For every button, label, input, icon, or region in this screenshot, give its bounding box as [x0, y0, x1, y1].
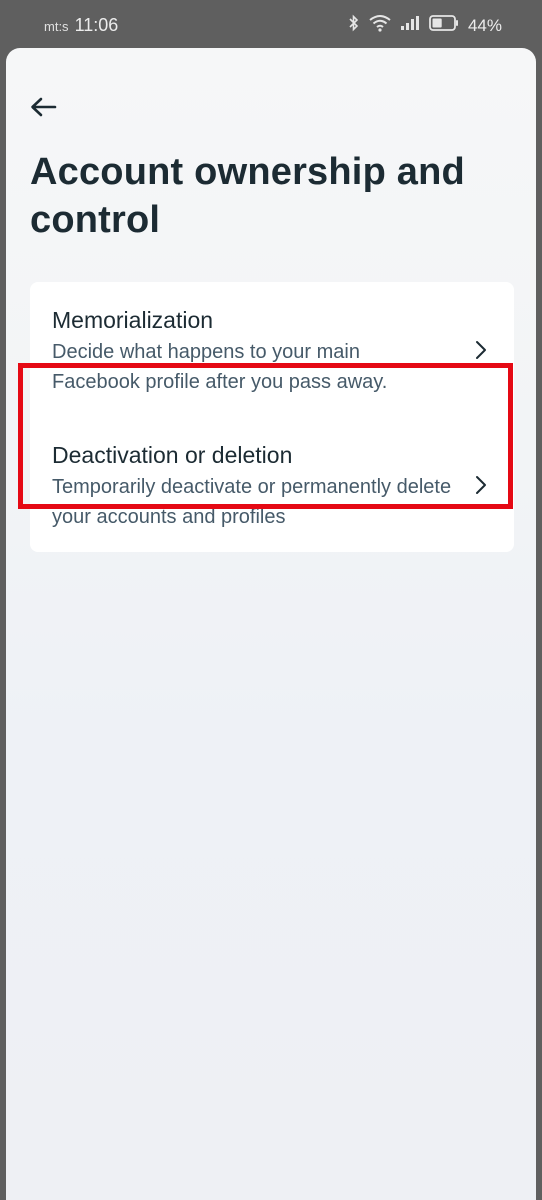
option-subtitle: Temporarily deactivate or permanently de… — [52, 476, 452, 528]
settings-sheet: Account ownership and control Memorializ… — [6, 48, 536, 1200]
option-subtitle: Decide what happens to your main Faceboo… — [52, 341, 388, 393]
status-bar-right: 44% — [348, 14, 502, 37]
option-title: Memorialization — [52, 307, 214, 333]
battery-percent: 44% — [467, 15, 502, 35]
option-title: Deactivation or deletion — [52, 442, 293, 468]
options-card: Memorialization Decide what happens to y… — [30, 282, 514, 552]
chevron-right-icon — [474, 340, 488, 360]
page-title: Account ownership and control — [30, 151, 465, 241]
chevron-right-icon — [474, 475, 488, 495]
deactivation-deletion-option[interactable]: Deactivation or deletion Temporarily dea… — [30, 417, 514, 552]
bluetooth-icon — [348, 14, 360, 37]
back-button[interactable] — [26, 94, 60, 124]
clock: 11:06 — [74, 15, 119, 35]
carrier-label: mt:s — [44, 19, 69, 34]
arrow-left-icon — [29, 96, 57, 123]
signal-icon — [400, 15, 420, 36]
status-bar-left: mt:s 11:06 — [44, 15, 118, 36]
memorialization-option[interactable]: Memorialization Decide what happens to y… — [30, 282, 514, 417]
wifi-icon — [369, 14, 391, 37]
battery-icon — [429, 15, 459, 36]
status-bar: mt:s 11:06 44% — [0, 0, 542, 48]
